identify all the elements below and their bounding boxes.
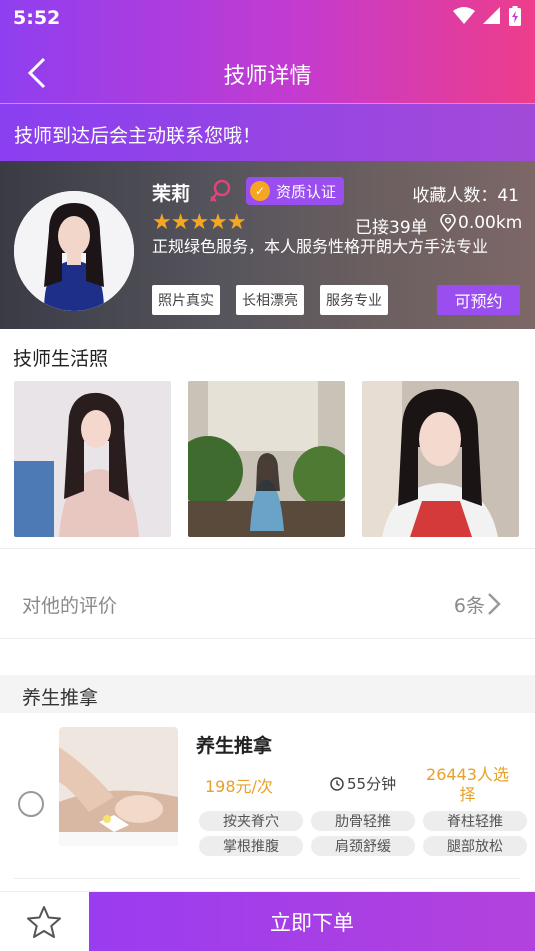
certification-label: 资质认证 — [276, 182, 337, 201]
service-section-header: 养生推拿 — [0, 675, 535, 713]
profile-card: 茉莉 ✓ 资质认证 收藏人数：41 ★★★★★ 已接39单 0.00km 正规绿… — [0, 161, 535, 329]
duration-value: 55分钟 — [347, 775, 397, 793]
service-chip: 肋骨轻推 — [311, 811, 415, 831]
avatar — [14, 191, 134, 311]
status-icons — [453, 6, 521, 26]
location-pin-icon — [440, 214, 456, 232]
female-icon — [208, 178, 234, 210]
chevron-right-icon — [487, 592, 501, 620]
star-outline-icon[interactable] — [26, 905, 62, 943]
service-section-title: 养生推拿 — [22, 687, 99, 709]
life-photo[interactable] — [188, 381, 345, 537]
reviews-count: 6条 — [453, 595, 485, 617]
bottom-bar: 立即下单 — [0, 891, 535, 951]
clock-icon — [330, 776, 344, 791]
orders-count: 已接39单 — [355, 218, 428, 238]
service-chip: 肩颈舒缓 — [311, 836, 415, 856]
check-icon: ✓ — [250, 181, 270, 201]
service-chip: 按夹脊穴 — [199, 811, 303, 831]
notice-banner: 技师到达后会主动联系您哦！ — [0, 103, 535, 161]
battery-icon — [509, 6, 521, 26]
service-chips: 按夹脊穴 肋骨轻推 脊柱轻推 掌根推腹 肩颈舒缓 腿部放松 — [199, 811, 527, 856]
favorites-count: 收藏人数：41 — [412, 186, 519, 206]
reviews-label: 对他的评价 — [22, 595, 118, 617]
life-photos — [14, 381, 519, 537]
status-bar: 5:52 — [0, 0, 535, 36]
technician-name: 茉莉 — [152, 183, 191, 205]
life-photo[interactable] — [14, 381, 171, 537]
technician-description: 正规绿色服务，本人服务性格开朗大方手法专业 — [152, 237, 489, 256]
distance: 0.00km — [440, 213, 522, 233]
service-name: 养生推拿 — [196, 735, 273, 757]
service-chip: 脊柱轻推 — [423, 811, 527, 831]
tag: 长相漂亮 — [236, 285, 304, 315]
selected-count: 26443人选择 — [426, 765, 509, 804]
service-radio[interactable] — [18, 791, 44, 817]
rating-stars: ★★★★★ — [152, 210, 247, 235]
reviews-row[interactable]: 对他的评价 6条 — [0, 563, 535, 639]
wifi-icon — [453, 7, 475, 24]
service-chip: 掌根推腹 — [199, 836, 303, 856]
service-duration: 55分钟 — [330, 773, 396, 794]
life-photo[interactable] — [362, 381, 519, 537]
book-button[interactable]: 可预约 — [437, 285, 520, 315]
signal-icon — [483, 7, 500, 24]
certification-badge: ✓ 资质认证 — [246, 177, 345, 205]
divider — [0, 638, 535, 639]
service-item[interactable]: 养生推拿 198元/次 55分钟 26443人选择 按夹脊穴 肋骨轻推 脊柱轻推… — [0, 713, 535, 881]
status-time: 5:52 — [13, 7, 61, 29]
tag: 照片真实 — [152, 285, 220, 315]
life-photos-title: 技师生活照 — [13, 348, 109, 370]
order-now-button[interactable]: 立即下单 — [89, 892, 535, 951]
divider — [0, 548, 535, 549]
service-chip: 腿部放松 — [423, 836, 527, 856]
tag-list: 照片真实 长相漂亮 服务专业 — [152, 285, 388, 315]
service-image — [59, 727, 178, 846]
tag: 服务专业 — [320, 285, 388, 315]
distance-value: 0.00km — [458, 213, 523, 233]
divider — [14, 878, 520, 879]
page-title: 技师详情 — [223, 64, 312, 89]
service-price: 198元/次 — [205, 777, 273, 796]
nav-bar: 技师详情 — [0, 44, 535, 102]
